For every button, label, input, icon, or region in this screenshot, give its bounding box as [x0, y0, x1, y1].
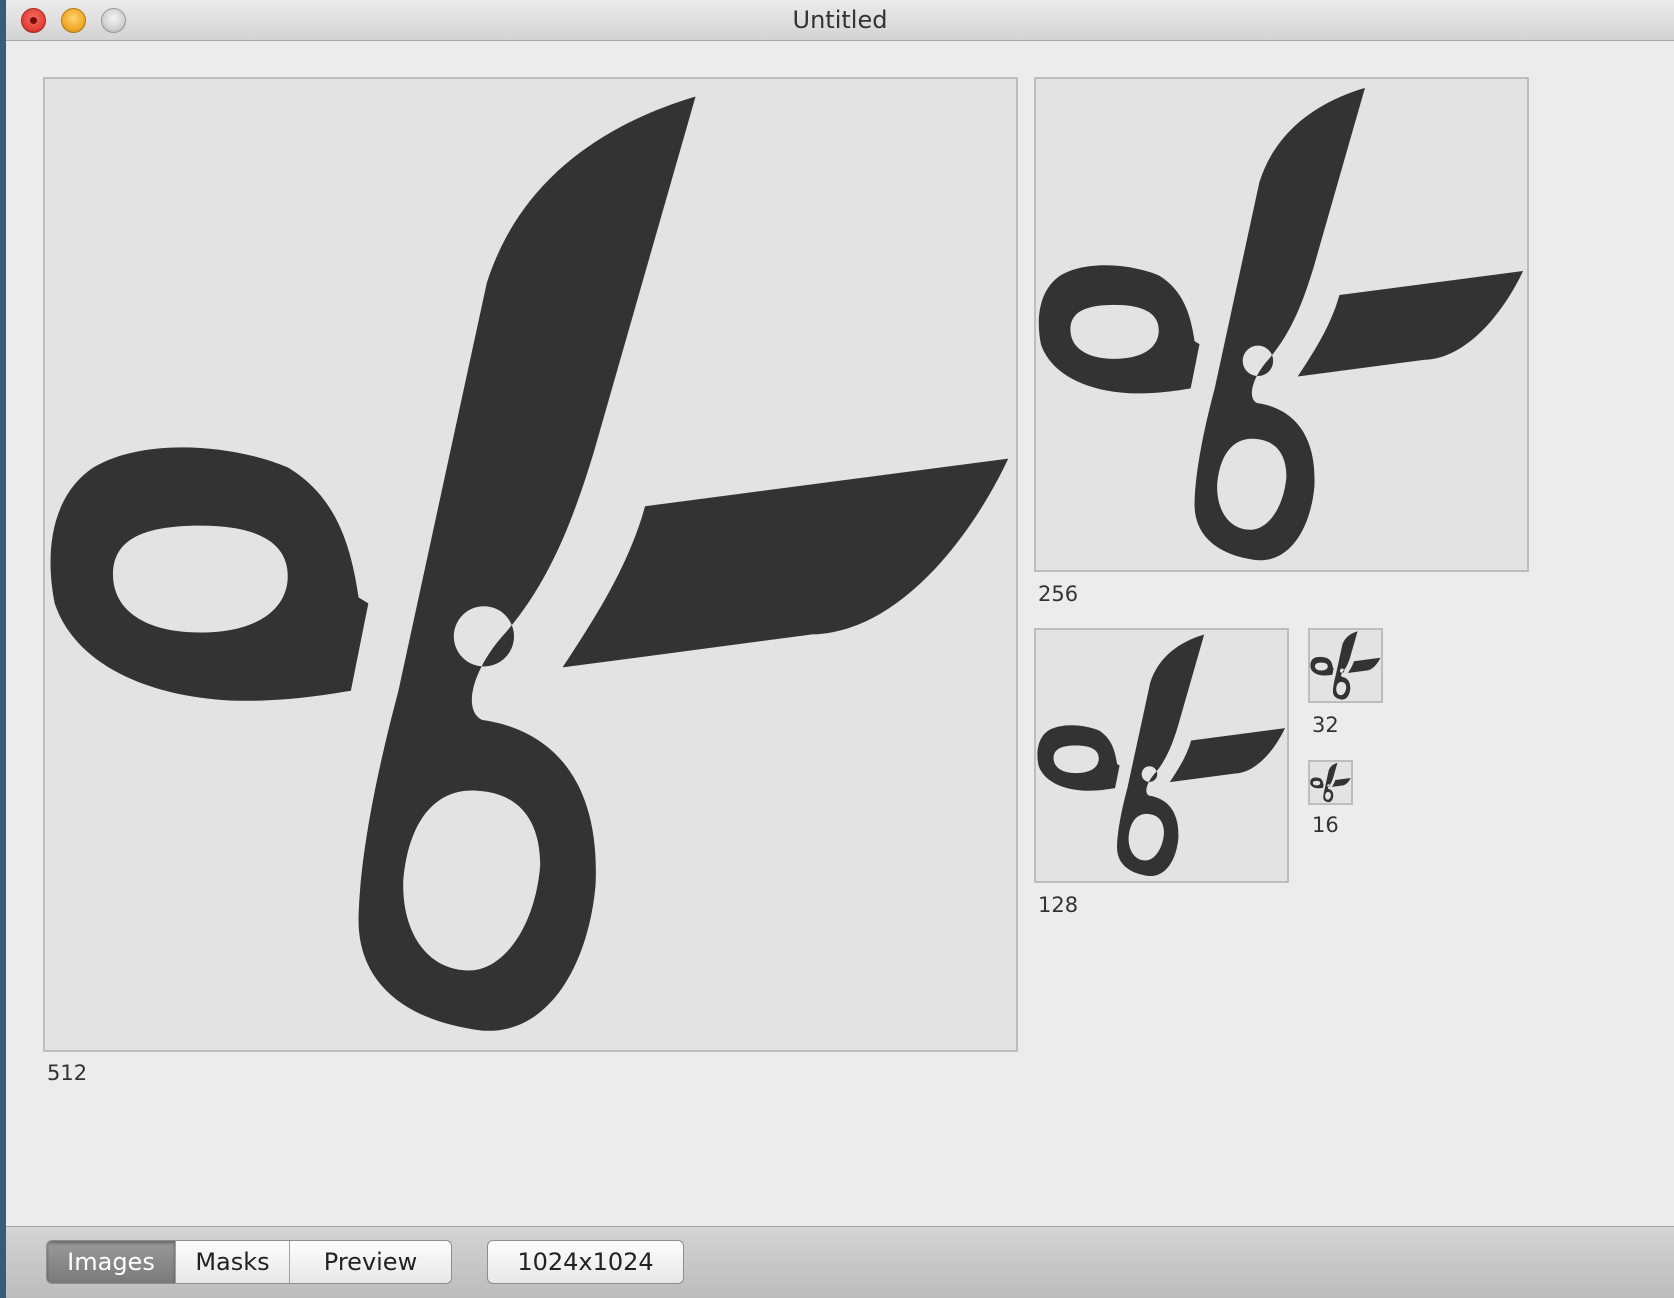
icon-size-label-128: 128 — [1038, 893, 1079, 917]
bottom-toolbar: Images Masks Preview 1024x1024 — [6, 1226, 1674, 1298]
icon-well-32[interactable] — [1308, 628, 1383, 703]
app-window: Untitled 512 256 128 32 16 Images Masks … — [6, 0, 1674, 1298]
tab-preview[interactable]: Preview — [289, 1241, 451, 1283]
scissors-icon — [1310, 762, 1351, 803]
scissors-icon — [45, 79, 1016, 1050]
icon-size-label-16: 16 — [1312, 813, 1339, 837]
icon-well-512[interactable] — [43, 77, 1018, 1052]
icon-well-16[interactable] — [1308, 760, 1353, 805]
icon-preview-area: 512 256 128 32 16 — [6, 41, 1674, 1226]
icon-size-label-256: 256 — [1038, 582, 1079, 606]
scissors-icon — [1310, 630, 1381, 701]
view-mode-segmented-control: Images Masks Preview — [46, 1240, 452, 1284]
icon-well-256[interactable] — [1034, 77, 1529, 572]
canvas-size-button[interactable]: 1024x1024 — [487, 1240, 684, 1284]
window-title: Untitled — [792, 6, 888, 34]
icon-size-label-512: 512 — [47, 1061, 88, 1085]
scissors-icon — [1036, 79, 1527, 570]
tab-images[interactable]: Images — [47, 1241, 175, 1283]
tab-masks[interactable]: Masks — [175, 1241, 289, 1283]
icon-well-128[interactable] — [1034, 628, 1289, 883]
icon-size-label-32: 32 — [1312, 713, 1339, 737]
title-bar: Untitled — [6, 0, 1674, 41]
scissors-icon — [1036, 630, 1287, 881]
